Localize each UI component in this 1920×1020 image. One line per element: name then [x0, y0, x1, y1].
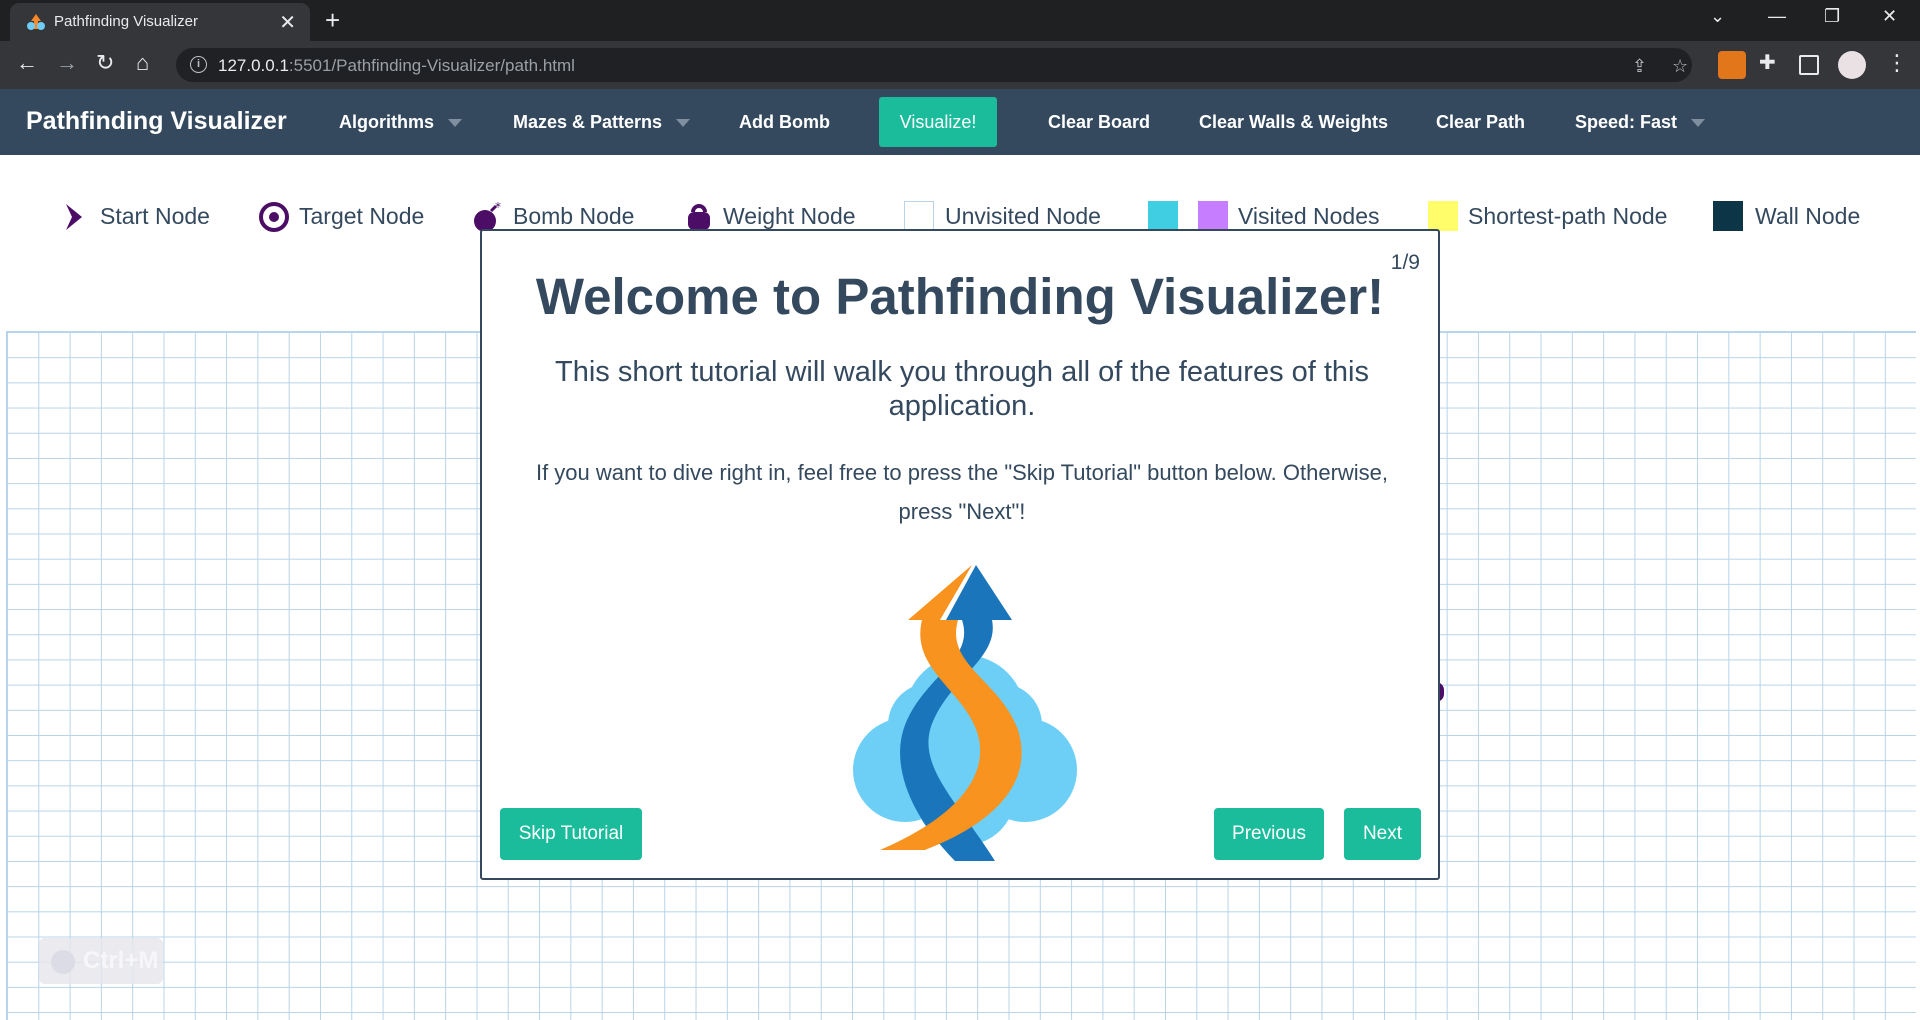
legend-visited-label: Visited Nodes	[1238, 203, 1380, 229]
restore-icon[interactable]: ❐	[1824, 6, 1840, 27]
tutorial-text: If you want to dive right in, feel free …	[535, 460, 1389, 524]
clear-walls-weights-button[interactable]: Clear Walls & Weights	[1199, 112, 1388, 133]
skip-tutorial-button[interactable]: Skip Tutorial	[500, 808, 642, 860]
legend-start-label: Start Node	[100, 203, 210, 229]
legend-wall-label: Wall Node	[1755, 203, 1861, 229]
home-icon[interactable]: ⌂	[136, 51, 149, 75]
app-logo-icon	[853, 565, 1077, 861]
tab-search-icon[interactable]: ⌄	[1710, 6, 1725, 27]
browser-tabbar: Pathfinding Visualizer ✕ + ⌄ — ❐ ✕	[0, 0, 1920, 41]
back-icon[interactable]: ←	[16, 51, 38, 75]
site-info-icon[interactable]: i	[190, 56, 207, 73]
tutorial-modal: 1/9 Welcome to Pathfinding Visualizer! T…	[480, 229, 1440, 880]
site-favicon-icon	[27, 14, 45, 30]
start-node-icon	[66, 204, 82, 230]
visited-node-swatch-purple	[1198, 201, 1228, 231]
target-node-icon	[259, 202, 289, 232]
legend-shortest-label: Shortest-path Node	[1468, 203, 1668, 229]
weight-node-icon	[688, 204, 710, 230]
app-brand[interactable]: Pathfinding Visualizer	[26, 107, 287, 136]
unvisited-node-swatch	[904, 201, 934, 231]
legend-target-label: Target Node	[299, 203, 425, 229]
reload-icon[interactable]: ↻	[96, 51, 114, 75]
visualize-button[interactable]: Visualize!	[879, 97, 997, 147]
close-tab-icon[interactable]: ✕	[279, 10, 296, 35]
speed-dropdown[interactable]: Speed: Fast	[1575, 112, 1706, 133]
bookmark-star-icon[interactable]: ☆	[1672, 56, 1688, 77]
chevron-down-icon	[676, 119, 691, 128]
share-icon[interactable]: ⇪	[1632, 56, 1647, 77]
legend-bomb-label: Bomb Node	[513, 203, 635, 229]
wall-node-swatch	[1713, 201, 1743, 231]
metamask-extension-icon[interactable]	[1718, 51, 1746, 79]
browser-tab[interactable]: Pathfinding Visualizer ✕	[10, 3, 310, 41]
browser-toolbar: ← → ↻ ⌂ i 127.0.0.1:5501/Pathfinding-Vis…	[0, 41, 1920, 89]
svg-text:*: *	[495, 200, 501, 214]
url-text[interactable]: 127.0.0.1:5501/Pathfinding-Visualizer/pa…	[218, 56, 575, 76]
chrome-menu-icon[interactable]: ⋮	[1886, 51, 1908, 75]
add-bomb-button[interactable]: Add Bomb	[739, 112, 830, 133]
shortcut-icon	[51, 949, 75, 974]
legend-weight-label: Weight Node	[723, 203, 856, 229]
mazes-dropdown[interactable]: Mazes & Patterns	[513, 112, 691, 133]
tutorial-title: Welcome to Pathfinding Visualizer!	[535, 268, 1385, 325]
tutorial-subtitle: This short tutorial will walk you throug…	[555, 356, 1369, 422]
forward-icon[interactable]: →	[56, 51, 78, 75]
profile-avatar[interactable]	[1838, 51, 1866, 79]
minimize-icon[interactable]: —	[1768, 6, 1786, 27]
extensions-puzzle-icon[interactable]: ✚	[1759, 51, 1776, 75]
legend-unvisited-label: Unvisited Node	[945, 203, 1101, 229]
new-tab-icon[interactable]: +	[325, 5, 340, 36]
visited-node-swatch-cyan	[1148, 201, 1178, 231]
clear-board-button[interactable]: Clear Board	[1048, 112, 1150, 133]
shortest-path-swatch	[1428, 201, 1458, 231]
tab-title: Pathfinding Visualizer	[54, 13, 198, 30]
window-close-icon[interactable]: ✕	[1882, 6, 1897, 27]
address-bar[interactable]: i 127.0.0.1:5501/Pathfinding-Visualizer/…	[176, 48, 1692, 82]
chevron-down-icon	[448, 119, 463, 128]
algorithms-dropdown[interactable]: Algorithms	[339, 112, 463, 133]
shortcut-hint: Ctrl+M	[39, 938, 163, 984]
app-navbar: Pathfinding Visualizer Algorithms Mazes …	[0, 89, 1920, 155]
next-button[interactable]: Next	[1344, 808, 1421, 860]
previous-button[interactable]: Previous	[1214, 808, 1324, 860]
side-panel-icon[interactable]	[1799, 55, 1819, 75]
clear-path-button[interactable]: Clear Path	[1436, 112, 1525, 133]
chevron-down-icon	[1691, 119, 1706, 128]
